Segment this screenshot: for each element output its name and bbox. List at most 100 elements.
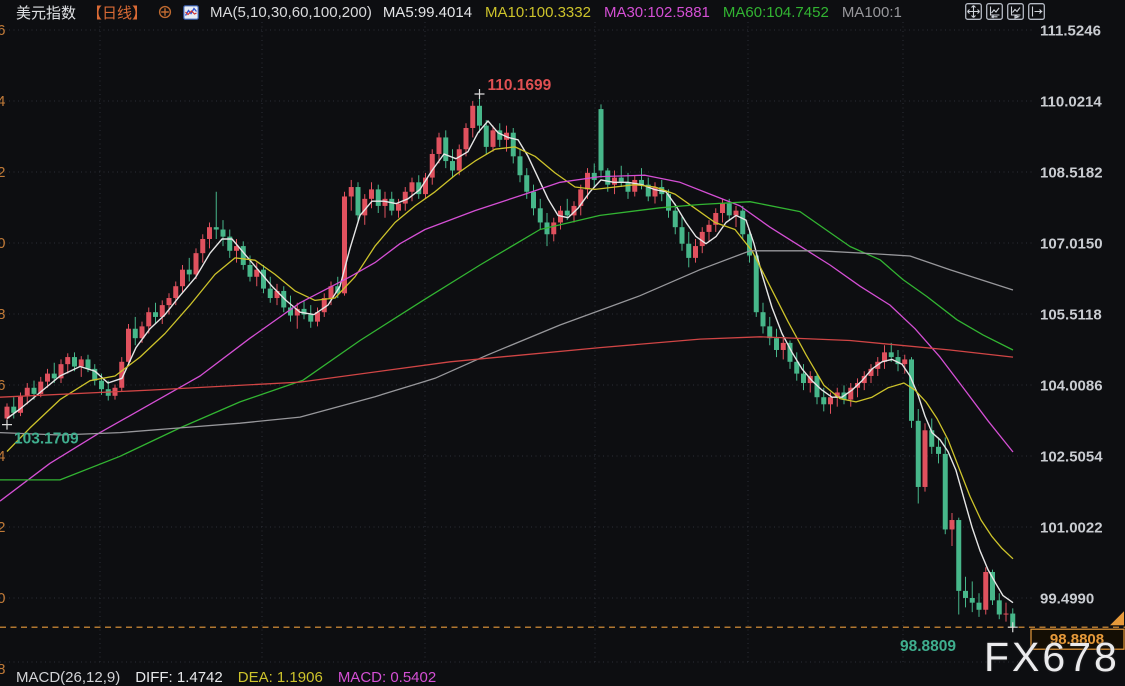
- candlestick-chart[interactable]: 111.5246 110.0214 108.5182 107.0150 105.5118…: [0, 0, 1125, 685]
- candle: [133, 329, 138, 338]
- macd-macd-value: MACD: 0.5402: [338, 669, 436, 686]
- candle: [707, 225, 712, 232]
- candle: [477, 106, 482, 126]
- candle: [902, 359, 907, 364]
- macd-indicator-row: MACD(26,12,9) DIFF: 1.4742 DEA: 1.1906 M…: [16, 669, 436, 686]
- chart-window: 111.5246 110.0214 108.5182 107.0150 105.5118…: [0, 0, 1125, 685]
- pan-left-icon[interactable]: [986, 3, 1003, 20]
- candle: [437, 137, 442, 154]
- candle: [997, 600, 1002, 614]
- candle: [680, 227, 685, 244]
- candle: [268, 289, 273, 298]
- mini-chart-icon[interactable]: [183, 5, 199, 20]
- ma-value-label: MA30:102.5881: [604, 4, 710, 21]
- candle: [686, 244, 691, 258]
- svg-text:102.5054: 102.5054: [0, 448, 6, 465]
- candle: [79, 359, 84, 366]
- svg-text:110.0214: 110.0214: [0, 93, 6, 110]
- candle: [983, 572, 988, 610]
- go-latest-icon[interactable]: [1028, 3, 1045, 20]
- ma-value-label: MA10:100.3332: [485, 4, 591, 21]
- candle: [450, 161, 455, 170]
- candle: [916, 421, 921, 487]
- candle: [241, 246, 246, 265]
- candle: [599, 109, 604, 170]
- candle: [565, 211, 570, 216]
- svg-text:104.0086: 104.0086: [1040, 378, 1103, 395]
- candle: [376, 189, 381, 206]
- svg-text:105.5118: 105.5118: [0, 306, 6, 323]
- candle: [740, 211, 745, 235]
- candle: [720, 204, 725, 213]
- candle: [25, 388, 30, 396]
- svg-text:105.5118: 105.5118: [1040, 307, 1102, 324]
- ma-values: MA5:99.4014 MA10:100.3332 MA30:102.5881 MA6…: [383, 4, 902, 21]
- candle: [32, 388, 37, 394]
- candle: [308, 315, 313, 322]
- candle: [410, 182, 415, 191]
- candle: [403, 192, 408, 204]
- add-indicator-icon[interactable]: [158, 5, 172, 19]
- symbol-title: 美元指数: [16, 2, 76, 23]
- svg-text:108.5182: 108.5182: [0, 164, 6, 181]
- extreme-cross-marker: [2, 420, 12, 430]
- candle: [349, 187, 354, 196]
- move-icon[interactable]: [965, 3, 982, 20]
- chart-header: 美元指数 【日线】 MA(5,10,30,60,100,200) MA5:99.…: [0, 0, 1125, 24]
- ma-line-ma5: [7, 121, 1013, 603]
- candle: [693, 246, 698, 258]
- svg-text:108.5182: 108.5182: [1040, 165, 1103, 182]
- candle: [761, 312, 766, 326]
- candle: [72, 357, 77, 366]
- ma-line-ma100: [0, 251, 1013, 435]
- candle: [605, 170, 610, 184]
- candle: [632, 180, 637, 192]
- candle: [187, 270, 192, 275]
- candle: [585, 173, 590, 190]
- svg-text:110.0214: 110.0214: [1040, 94, 1102, 111]
- ma-line-ma60: [0, 202, 1013, 480]
- macd-dea-value: DEA: 1.1906: [238, 669, 323, 686]
- candles: [5, 94, 1016, 627]
- candle: [221, 230, 226, 237]
- candle: [356, 187, 361, 215]
- candle: [1004, 614, 1009, 615]
- period-label[interactable]: 【日线】: [87, 2, 147, 23]
- svg-text:111.5246: 111.5246: [1040, 23, 1101, 40]
- macd-params-label: MACD(26,12,9): [16, 669, 120, 686]
- candle: [977, 603, 982, 610]
- ma-line-ma30: [0, 175, 1013, 501]
- candle: [774, 338, 779, 350]
- candle: [673, 211, 678, 228]
- candle: [491, 130, 496, 147]
- candle: [909, 359, 914, 420]
- svg-text:101.0022: 101.0022: [0, 519, 6, 536]
- candle: [524, 175, 529, 192]
- ma-lines: [0, 121, 1013, 603]
- pan-right-icon[interactable]: [1007, 3, 1024, 20]
- extreme-cross-marker: [1008, 622, 1018, 632]
- candle: [443, 137, 448, 161]
- ma-value-label: MA60:104.7452: [723, 4, 829, 21]
- ma-value-label: MA5:99.4014: [383, 4, 472, 21]
- low-start-annotation: 103.1709: [14, 431, 79, 448]
- candle: [889, 352, 894, 357]
- alert-arrow-icon: [1110, 611, 1124, 625]
- candle: [531, 192, 536, 209]
- candle: [612, 178, 617, 185]
- candle: [126, 329, 131, 362]
- candle: [200, 239, 205, 253]
- svg-text:107.0150: 107.0150: [1040, 236, 1103, 253]
- candle: [389, 199, 394, 211]
- left-price-axis: 111.5246110.0214108.5182107.0150105.5118…: [0, 22, 6, 678]
- candle: [511, 133, 516, 157]
- high-annotation: 110.1699: [488, 77, 552, 94]
- candle: [767, 326, 772, 338]
- candle: [65, 357, 70, 364]
- price-axis[interactable]: 111.5246 110.0214 108.5182 107.0150 105.5118…: [1040, 23, 1103, 608]
- candle: [551, 222, 556, 234]
- low-end-annotation: 98.8809: [900, 638, 956, 655]
- candle: [470, 106, 475, 128]
- candle: [167, 298, 172, 305]
- candle: [396, 204, 401, 211]
